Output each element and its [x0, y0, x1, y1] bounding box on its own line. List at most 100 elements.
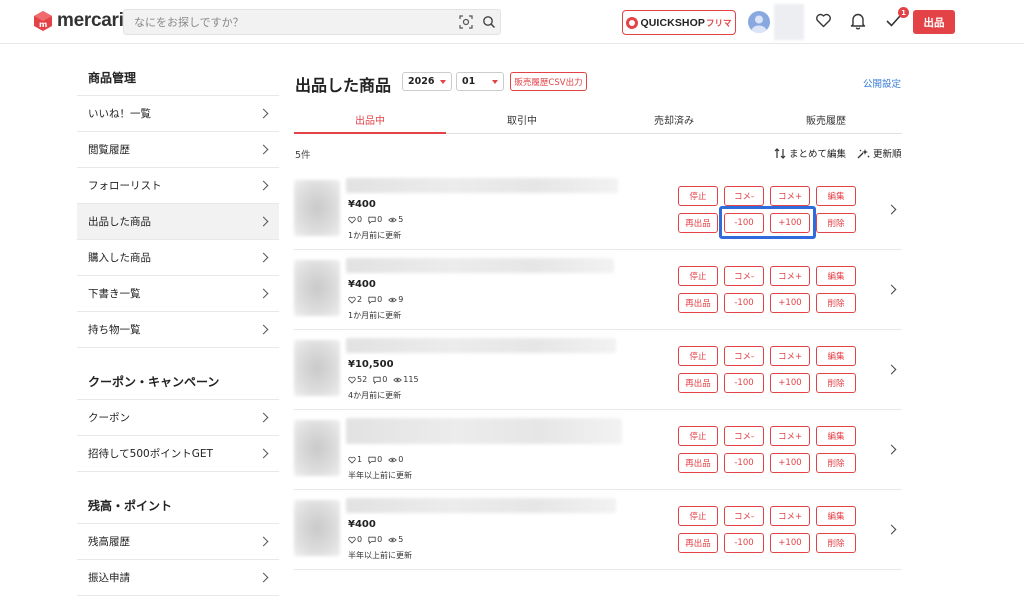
sidebar-item-coupons[interactable]: クーポン — [77, 400, 279, 436]
listing-row[interactable]: ¥400 0 0 5 1か月前に更新 停止 コメ- コメ+ 編集 再出品 -10… — [294, 170, 902, 250]
chevron-right-icon — [258, 252, 269, 263]
comment-plus-button[interactable]: コメ+ — [770, 346, 810, 366]
edit-button[interactable]: 編集 — [816, 426, 856, 446]
price-plus-100-button[interactable]: +100 — [770, 373, 810, 393]
sidebar-item-listed-items[interactable]: 出品した商品 — [77, 204, 279, 240]
item-thumbnail[interactable] — [294, 420, 340, 476]
stop-button[interactable]: 停止 — [678, 506, 718, 526]
item-price: ¥400 — [348, 519, 376, 530]
sidebar-item-balance-history[interactable]: 残高履歴 — [77, 524, 279, 560]
item-price: ¥400 — [348, 279, 376, 290]
comment-plus-button[interactable]: コメ+ — [770, 426, 810, 446]
price-plus-100-button[interactable]: +100 — [770, 213, 810, 233]
chevron-right-icon — [258, 324, 269, 335]
chevron-right-icon[interactable] — [886, 524, 897, 535]
item-thumbnail[interactable] — [294, 500, 340, 556]
comment-count: 0 — [382, 375, 388, 384]
item-thumbnail[interactable] — [294, 340, 340, 396]
sell-button[interactable]: 出品 — [913, 10, 955, 34]
sidebar-item-likes[interactable]: いいね！一覧 — [77, 96, 279, 132]
chevron-right-icon[interactable] — [886, 444, 897, 455]
price-minus-100-button[interactable]: -100 — [724, 533, 764, 553]
search-bar[interactable] — [123, 9, 501, 35]
price-plus-100-button[interactable]: +100 — [770, 533, 810, 553]
comment-plus-button[interactable]: コメ+ — [770, 186, 810, 206]
sidebar-item-invite[interactable]: 招待して500ポイントGET — [77, 436, 279, 472]
delete-button[interactable]: 削除 — [816, 213, 856, 233]
price-plus-100-button[interactable]: +100 — [770, 453, 810, 473]
item-thumbnail[interactable] — [294, 260, 340, 316]
csv-export-button[interactable]: 販売履歴CSV出力 — [510, 72, 587, 91]
tab-sold[interactable]: 売却済み — [598, 108, 750, 133]
price-minus-100-button[interactable]: -100 — [724, 293, 764, 313]
edit-button[interactable]: 編集 — [816, 266, 856, 286]
comment-minus-button[interactable]: コメ- — [724, 266, 764, 286]
comment-minus-button[interactable]: コメ- — [724, 186, 764, 206]
listing-row[interactable]: ¥10,500 52 0 115 4か月前に更新 停止 コメ- コメ+ 編集 再… — [294, 330, 902, 410]
relist-button[interactable]: 再出品 — [678, 533, 718, 553]
heart-icon — [348, 456, 356, 464]
chevron-right-icon[interactable] — [886, 204, 897, 215]
stop-button[interactable]: 停止 — [678, 266, 718, 286]
sidebar-item-drafts[interactable]: 下書き一覧 — [77, 276, 279, 312]
tab-sales-history[interactable]: 販売履歴 — [750, 108, 902, 133]
listing-row[interactable]: 1 0 0 半年以上前に更新 停止 コメ- コメ+ 編集 再出品 -100 +1… — [294, 410, 902, 490]
bulk-edit-label: まとめて編集 — [789, 149, 847, 160]
stop-button[interactable]: 停止 — [678, 186, 718, 206]
relist-button[interactable]: 再出品 — [678, 373, 718, 393]
edit-button[interactable]: 編集 — [816, 186, 856, 206]
tab-listing[interactable]: 出品中 — [294, 108, 446, 134]
price-minus-100-button[interactable]: -100 — [724, 373, 764, 393]
sidebar-item-follow-list[interactable]: フォローリスト — [77, 168, 279, 204]
edit-button[interactable]: 編集 — [816, 346, 856, 366]
relist-button[interactable]: 再出品 — [678, 213, 718, 233]
avatar[interactable] — [748, 11, 770, 33]
relist-button[interactable]: 再出品 — [678, 293, 718, 313]
mercari-logo[interactable]: m mercari — [33, 10, 124, 32]
relist-button[interactable]: 再出品 — [678, 453, 718, 473]
comment-minus-button[interactable]: コメ- — [724, 426, 764, 446]
bell-icon[interactable] — [850, 12, 866, 30]
heart-icon — [348, 216, 356, 224]
chevron-right-icon[interactable] — [886, 284, 897, 295]
sidebar-item-transfer-request[interactable]: 振込申請 — [77, 560, 279, 596]
quickshop-label: QUICKSHOP — [640, 16, 705, 29]
search-input[interactable] — [134, 10, 434, 34]
sidebar-item-label: 残高履歴 — [88, 536, 130, 548]
view-count: 9 — [398, 295, 404, 304]
listing-row[interactable]: ¥400 2 0 9 1か月前に更新 停止 コメ- コメ+ 編集 再出品 -10… — [294, 250, 902, 330]
listing-row[interactable]: ¥400 0 0 5 半年以上前に更新 停止 コメ- コメ+ 編集 再出品 -1… — [294, 490, 902, 570]
svg-text:m: m — [39, 20, 47, 29]
bulk-edit-button[interactable]: まとめて編集 — [774, 146, 846, 160]
year-select[interactable]: 2026 — [402, 72, 452, 91]
comment-icon — [368, 536, 376, 544]
item-thumbnail[interactable] — [294, 180, 340, 236]
price-minus-100-button[interactable]: -100 — [724, 453, 764, 473]
comment-minus-button[interactable]: コメ- — [724, 346, 764, 366]
sidebar-item-belongings[interactable]: 持ち物一覧 — [77, 312, 279, 348]
delete-button[interactable]: 削除 — [816, 293, 856, 313]
sidebar-item-purchased[interactable]: 購入した商品 — [77, 240, 279, 276]
delete-button[interactable]: 削除 — [816, 533, 856, 553]
sidebar-item-browsing-history[interactable]: 閲覧履歴 — [77, 132, 279, 168]
eye-icon — [388, 217, 397, 222]
stop-button[interactable]: 停止 — [678, 346, 718, 366]
public-settings-link[interactable]: 公開設定 — [863, 76, 901, 90]
delete-button[interactable]: 削除 — [816, 453, 856, 473]
price-minus-100-button[interactable]: -100 — [724, 213, 764, 233]
image-search-icon[interactable] — [459, 15, 473, 29]
month-select[interactable]: 01 — [456, 72, 504, 91]
comment-minus-button[interactable]: コメ- — [724, 506, 764, 526]
heart-icon[interactable] — [815, 12, 832, 29]
stop-button[interactable]: 停止 — [678, 426, 718, 446]
sort-button[interactable]: 更新順 — [857, 146, 902, 160]
chevron-right-icon[interactable] — [886, 364, 897, 375]
edit-button[interactable]: 編集 — [816, 506, 856, 526]
comment-plus-button[interactable]: コメ+ — [770, 506, 810, 526]
comment-plus-button[interactable]: コメ+ — [770, 266, 810, 286]
search-icon[interactable] — [482, 15, 496, 29]
delete-button[interactable]: 削除 — [816, 373, 856, 393]
price-plus-100-button[interactable]: +100 — [770, 293, 810, 313]
quickshop-button[interactable]: QUICKSHOP フリマ — [622, 10, 736, 35]
tab-in-progress[interactable]: 取引中 — [446, 108, 598, 133]
